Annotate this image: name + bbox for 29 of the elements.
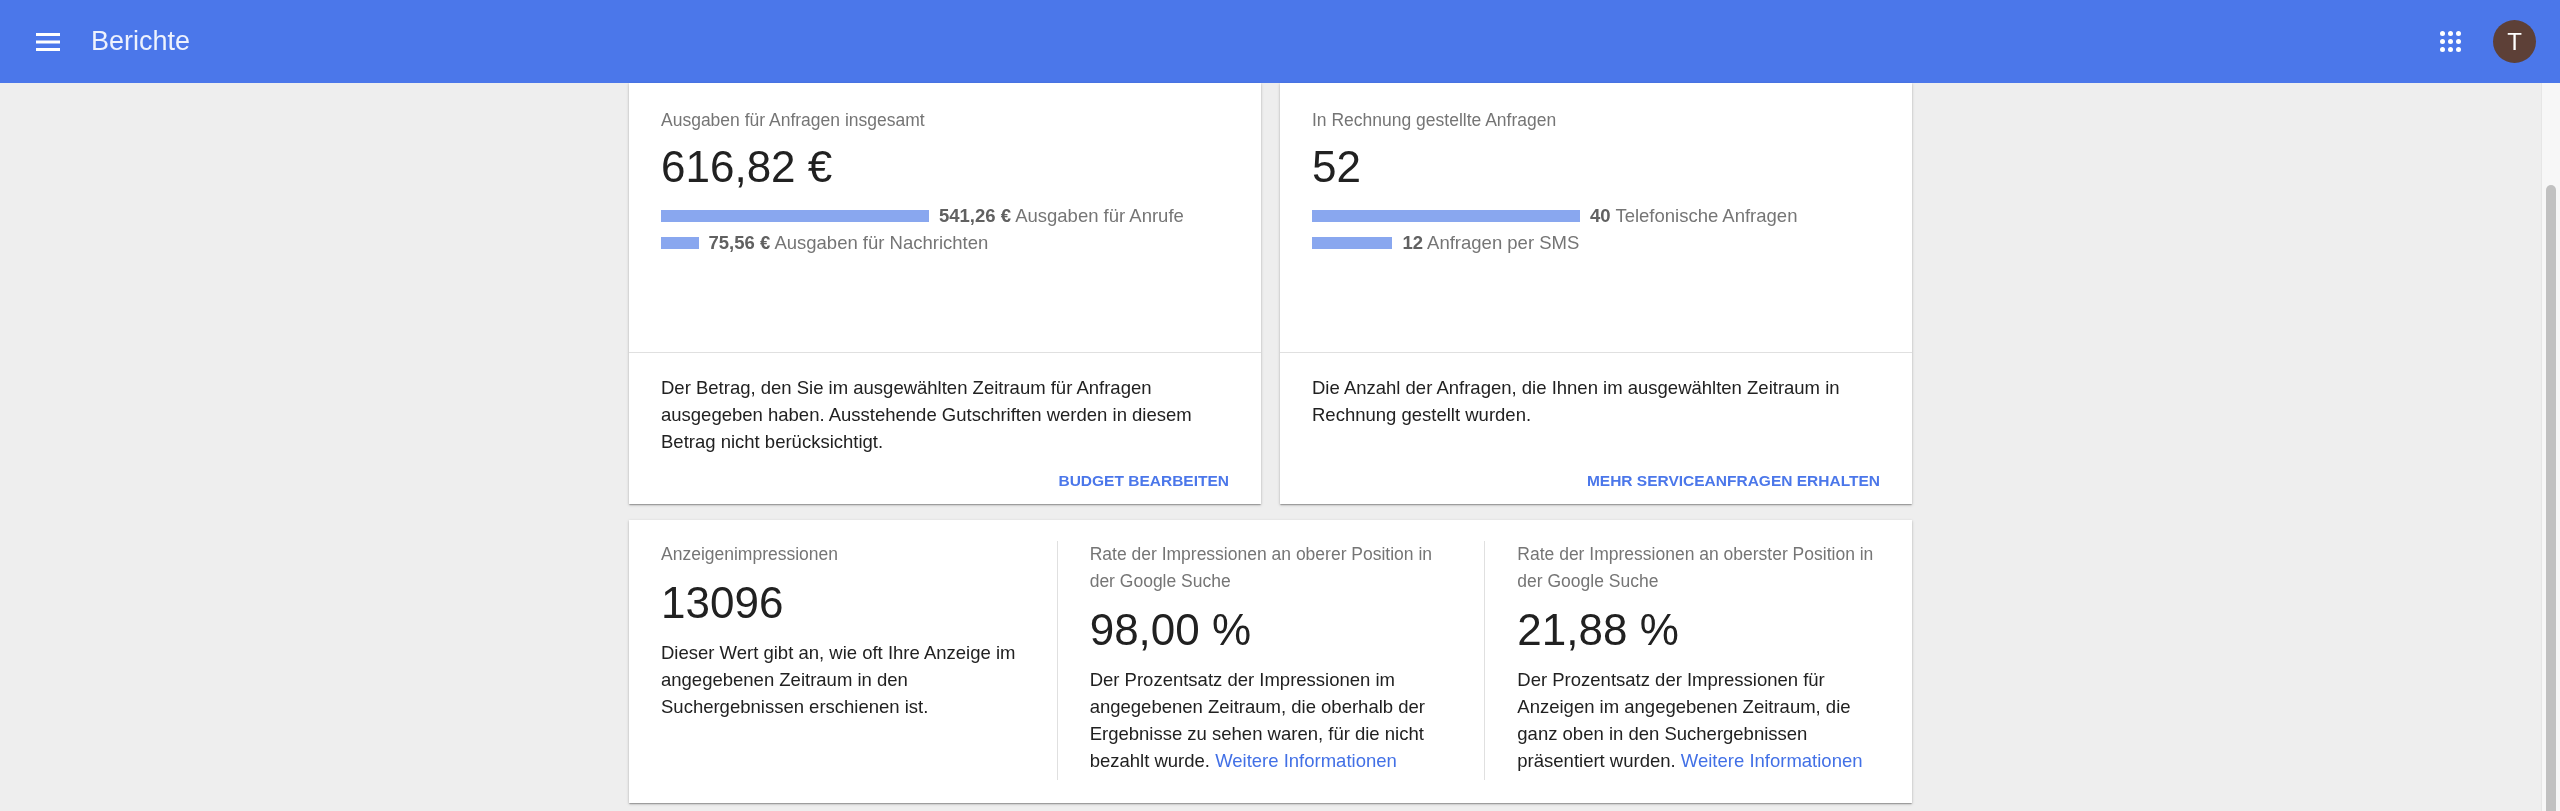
metric-value: 13096 xyxy=(661,577,785,629)
action-button[interactable]: BUDGET BEARBEITEN xyxy=(1047,463,1240,499)
metric-description: Die Anzahl der Anfragen, die Ihnen im ausgewählten Zeitraum in Rechnung gestellt wurden. xyxy=(1312,376,1841,427)
menu-icon[interactable] xyxy=(36,32,60,51)
scrollbar-thumb[interactable] xyxy=(2546,185,2556,811)
breakdown-text: 12 Anfragen per SMS xyxy=(1402,231,1580,255)
more-info-link[interactable]: Weitere Informationen xyxy=(1680,750,1863,771)
metric-value: 21,88 % xyxy=(1517,604,1680,656)
page-title: Berichte xyxy=(91,25,191,58)
metric-label: In Rechnung gestellte Anfragen xyxy=(1312,109,1558,132)
metric-description: Der Betrag, den Sie im ausgewählten Zeitraum für Anfragen ausgegeben haben. Ausstehende Gutschriften werden in diesem Betrag nicht berücksichtigt. xyxy=(661,376,1193,454)
metric-description: Dieser Wert gibt an, wie oft Ihre Anzeige im angegebenen Zeitraum in den Suchergebnissen erschienen ist. xyxy=(661,641,1017,719)
metric-label: Rate der Impressionen an oberster Position in der Google Suche xyxy=(1517,543,1875,593)
metric-value: 98,00 % xyxy=(1089,604,1253,656)
metric-label: Rate der Impressionen an oberer Position in der Google Suche xyxy=(1089,543,1434,593)
breakdown-text: 541,26 € Ausgaben für Anrufe xyxy=(939,204,1184,228)
account-avatar[interactable]: T xyxy=(2493,20,2536,63)
metric-description: Der Prozentsatz der Impressionen im angegebenen Zeitraum, die oberhalb der Ergebnisse zu sehen waren, für die nicht bezahlt wurde. Weitere Informationen xyxy=(1089,668,1426,773)
scrollbar[interactable] xyxy=(2541,83,2560,811)
metric-value: 52 xyxy=(1312,141,1362,193)
metric-label: Ausgaben für Anfragen insgesamt xyxy=(661,109,926,132)
action-button[interactable]: MEHR SERVICEANFRAGEN ERHALTEN xyxy=(1575,463,1891,499)
breakdown-text: 40 Telefonische Anfragen xyxy=(1590,204,1798,228)
breakdown-text: 75,56 € Ausgaben für Nachrichten xyxy=(708,231,989,255)
metric-description: Der Prozentsatz der Impressionen für Anzeigen im angegebenen Zeitraum, die ganz oben in den Suchergebnissen präsentiert wurden. Weitere Informationen xyxy=(1517,668,1864,773)
apps-grid-icon[interactable] xyxy=(2440,31,2461,52)
more-info-link[interactable]: Weitere Informationen xyxy=(1215,750,1397,771)
metric-value: 616,82 € xyxy=(661,141,834,193)
metric-label: Anzeigenimpressionen xyxy=(661,543,840,566)
